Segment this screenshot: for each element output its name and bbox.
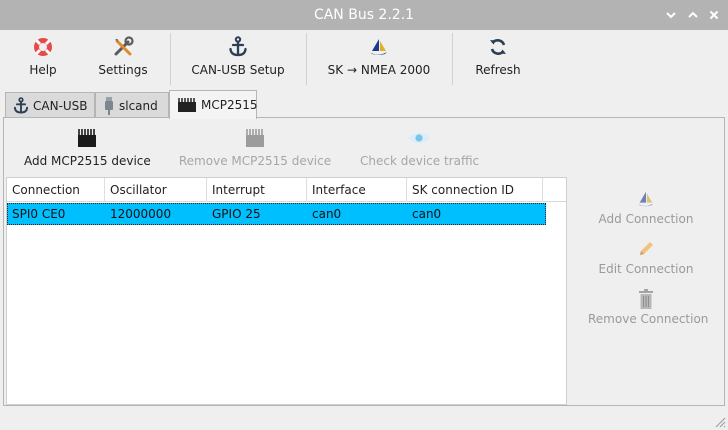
settings-button[interactable]: Settings [94,34,152,84]
table-row[interactable]: SPI0 CE0 12000000 GPIO 25 can0 can0 [7,203,546,225]
remove-mcp2515-device-button[interactable]: Remove MCP2515 device [178,126,332,168]
tab-can-usb[interactable]: CAN-USB [5,92,95,118]
usb-plug-icon [102,96,116,115]
column-header-connection[interactable]: Connection [7,178,105,202]
settings-label: Settings [98,63,148,77]
cell-interrupt: GPIO 25 [212,207,261,221]
check-device-traffic-label: Check device traffic [360,154,480,168]
title-bar: CAN Bus 2.2.1 [0,0,728,30]
pencil-icon [588,238,704,260]
resize-grip[interactable] [712,414,726,428]
tools-icon [94,34,152,60]
main-toolbar: Help Settings CAN-USB Setup SK → NMEA 20… [0,30,728,88]
cell-oscillator: 12000000 [110,207,172,221]
column-header-oscillator[interactable]: Oscillator [105,178,207,202]
edit-connection-label: Edit Connection [598,262,694,276]
anchor-icon [188,34,288,60]
close-button[interactable] [707,8,721,22]
help-button[interactable]: Help [18,34,68,84]
refresh-button[interactable]: Refresh [470,34,526,84]
chevron-up-icon [688,11,698,18]
anchor-icon [12,96,30,115]
can-usb-setup-label: CAN-USB Setup [191,63,285,77]
mcp2515-panel: Add MCP2515 device Remove MCP2515 device… [3,117,725,406]
refresh-label: Refresh [475,63,521,77]
chip-icon [176,98,198,112]
column-header-interrupt[interactable]: Interrupt [207,178,307,202]
can-usb-setup-button[interactable]: CAN-USB Setup [188,34,288,84]
refresh-icon [470,34,526,60]
toolbar-divider [306,33,307,85]
tab-label: MCP2515 [201,98,258,112]
table-header: Connection Oscillator Interrupt Interfac… [7,178,566,202]
remove-connection-label: Remove Connection [588,312,709,326]
remove-mcp2515-device-label: Remove MCP2515 device [178,154,332,168]
add-connection-label: Add Connection [598,212,694,226]
close-icon [709,10,719,20]
edit-connection-button[interactable]: Edit Connection [588,238,704,276]
tab-label: slcand [119,98,158,113]
lifebuoy-icon [18,34,68,60]
toolbar-divider [170,33,171,85]
trash-icon [588,288,704,310]
cell-sk-connection-id: can0 [412,207,442,221]
column-header-sk-connection-id[interactable]: SK connection ID [407,178,543,202]
sk-nmea-label: SK → NMEA 2000 [327,63,431,77]
app-window: CAN Bus 2.2.1 Help Settings CAN-USB Setu… [0,0,728,430]
toolbar-divider [452,33,453,85]
column-header-interface[interactable]: Interface [307,178,407,202]
minimize-button[interactable] [664,8,678,22]
tab-label: CAN-USB [33,98,88,113]
cell-interface: can0 [312,207,342,221]
signalk-sailboat-icon [588,188,704,210]
help-label: Help [29,63,57,77]
cell-connection: SPI0 CE0 [12,207,66,221]
chip-icon [24,126,150,150]
maximize-button[interactable] [686,8,700,22]
chip-icon [178,126,332,150]
window-title: CAN Bus 2.2.1 [313,7,415,23]
add-mcp2515-device-label: Add MCP2515 device [24,154,151,168]
add-connection-button[interactable]: Add Connection [588,188,704,226]
chevron-down-icon [666,12,676,19]
tab-mcp2515[interactable]: MCP2515 [169,90,258,119]
signalk-sailboat-icon [324,34,434,60]
add-mcp2515-device-button[interactable]: Add MCP2515 device [24,126,151,168]
sk-nmea-button[interactable]: SK → NMEA 2000 [324,34,434,84]
eye-icon [360,126,478,150]
check-device-traffic-button[interactable]: Check device traffic [360,126,480,168]
mcp2515-table: Connection Oscillator Interrupt Interfac… [6,177,567,405]
tab-slcand[interactable]: slcand [95,92,169,118]
remove-connection-button[interactable]: Remove Connection [588,288,709,326]
